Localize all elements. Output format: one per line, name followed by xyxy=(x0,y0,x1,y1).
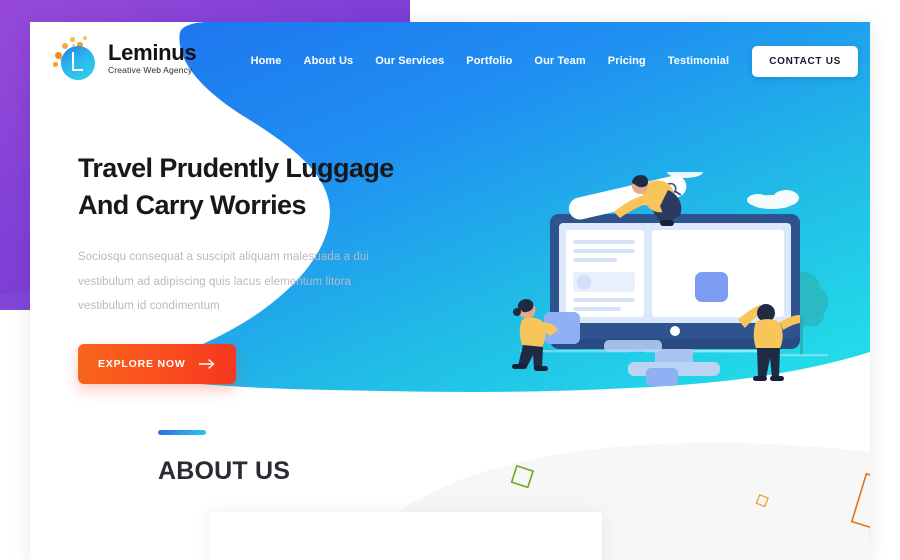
explore-now-button[interactable]: EXPLORE NOW xyxy=(78,343,236,384)
site-header: Leminus Creative Web Agency Home About U… xyxy=(30,22,870,100)
nav-item-about-us[interactable]: About Us xyxy=(293,49,365,73)
about-content-card xyxy=(210,512,602,560)
about-section: ABOUT US xyxy=(158,430,290,486)
nav-item-testimonial[interactable]: Testimonial xyxy=(657,49,740,73)
cloud-icon xyxy=(747,190,799,209)
hero-content: Travel Prudently Luggage And Carry Worri… xyxy=(78,150,478,384)
hero-title-line-1: Travel Prudently Luggage xyxy=(78,153,394,183)
hero-title-line-2: And Carry Worries xyxy=(78,189,306,220)
contact-us-button[interactable]: CONTACT US xyxy=(752,45,858,77)
brand-logo[interactable]: Leminus Creative Web Agency xyxy=(52,35,197,83)
logo-icon xyxy=(52,35,100,83)
website-page: Leminus Creative Web Agency Home About U… xyxy=(30,22,870,560)
brand-tagline: Creative Web Agency xyxy=(108,64,193,75)
about-title: ABOUT US xyxy=(158,457,291,485)
hero-title: Travel Prudently Luggage And Carry Worri… xyxy=(78,150,478,223)
floating-block xyxy=(646,368,678,386)
page-stage: Leminus Creative Web Agency Home About U… xyxy=(0,0,900,560)
nav-item-our-services[interactable]: Our Services xyxy=(364,49,455,73)
nav-item-our-team[interactable]: Our Team xyxy=(523,49,596,73)
about-accent-bar xyxy=(158,430,206,435)
nav-item-pricing[interactable]: Pricing xyxy=(597,49,657,73)
main-navigation: Home About Us Our Services Portfolio Our… xyxy=(240,22,858,100)
hero-illustration xyxy=(512,172,829,386)
nav-item-home[interactable]: Home xyxy=(240,49,293,73)
brand-name: Leminus xyxy=(108,39,197,65)
nav-item-portfolio[interactable]: Portfolio xyxy=(455,49,523,73)
hero-paragraph: Sociosqu consequat a suscipit aliquam ma… xyxy=(78,251,370,312)
arrow-right-icon xyxy=(198,359,214,369)
explore-now-label: EXPLORE NOW xyxy=(98,357,186,370)
